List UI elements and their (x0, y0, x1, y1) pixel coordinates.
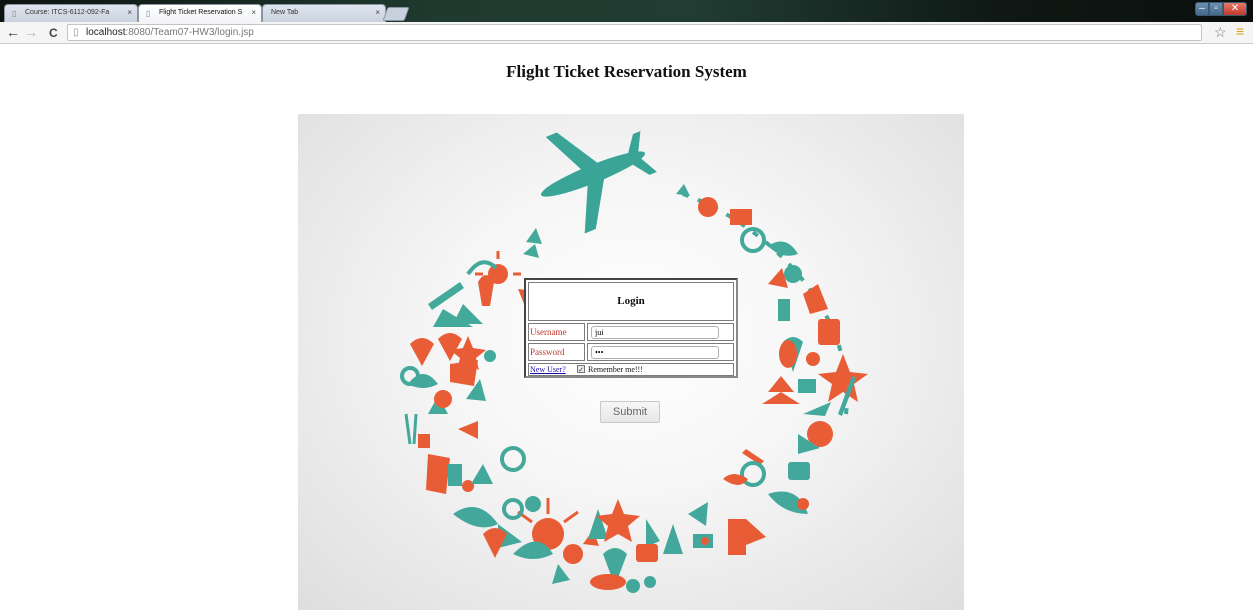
tab-flight-reservation[interactable]: ▯ Flight Ticket Reservation S × (138, 4, 262, 22)
page-icon: ▯ (73, 27, 79, 38)
forward-arrow-icon[interactable]: → (24, 24, 38, 40)
tab-course[interactable]: ▯ Course: ITCS-6112-092-Fa × (4, 4, 138, 22)
page-icon: ▯ (146, 9, 151, 18)
address-bar[interactable]: ▯ localhost:8080/Team07-HW3/login.jsp (67, 24, 1202, 41)
password-label: Password (528, 343, 585, 361)
close-icon[interactable]: × (375, 8, 380, 17)
new-user-link[interactable]: New User? (530, 364, 566, 375)
window-controls: – ▫ ✕ (1195, 2, 1247, 16)
tab-new-tab[interactable]: New Tab × (262, 4, 386, 22)
login-heading: Login (528, 282, 734, 321)
login-options-row: New User? ✓ Remember me!!! (528, 363, 734, 376)
close-window-button[interactable]: ✕ (1223, 2, 1247, 16)
url-text: localhost:8080/Team07-HW3/login.jsp (86, 27, 254, 38)
remember-me-checkbox[interactable]: ✓ (577, 365, 585, 374)
close-icon[interactable]: × (251, 8, 256, 17)
tab-label: Course: ITCS-6112-092-Fa (25, 9, 110, 16)
password-input[interactable] (591, 346, 719, 359)
page-title: Flight Ticket Reservation System (506, 62, 747, 81)
remember-me-label: Remember me!!! (588, 365, 643, 374)
page-icon: ▯ (12, 9, 17, 18)
username-input[interactable] (591, 326, 719, 339)
username-cell (587, 323, 734, 341)
maximize-button[interactable]: ▫ (1209, 2, 1223, 16)
bookmark-star-icon[interactable]: ☆ (1214, 24, 1227, 40)
tab-label: Flight Ticket Reservation S (159, 9, 243, 16)
close-icon[interactable]: × (127, 8, 132, 17)
menu-icon[interactable]: ≡ (1236, 23, 1244, 39)
browser-tabstrip: ▯ Course: ITCS-6112-092-Fa × ▯ Flight Ti… (0, 0, 1253, 22)
new-tab-button[interactable] (382, 7, 410, 21)
back-arrow-icon[interactable]: ← (6, 24, 20, 40)
tab-label: New Tab (271, 9, 299, 16)
browser-toolbar: ← → C ▯ localhost:8080/Team07-HW3/login.… (0, 22, 1253, 44)
reload-icon[interactable]: C (49, 25, 58, 41)
airplane-icon (540, 131, 657, 234)
minimize-button[interactable]: – (1195, 2, 1209, 16)
login-form: Login Username Password New User? ✓ Reme… (524, 278, 738, 378)
travel-icons (400, 184, 868, 593)
username-label: Username (528, 323, 585, 341)
password-cell (587, 343, 734, 361)
submit-button[interactable]: Submit (600, 401, 660, 423)
